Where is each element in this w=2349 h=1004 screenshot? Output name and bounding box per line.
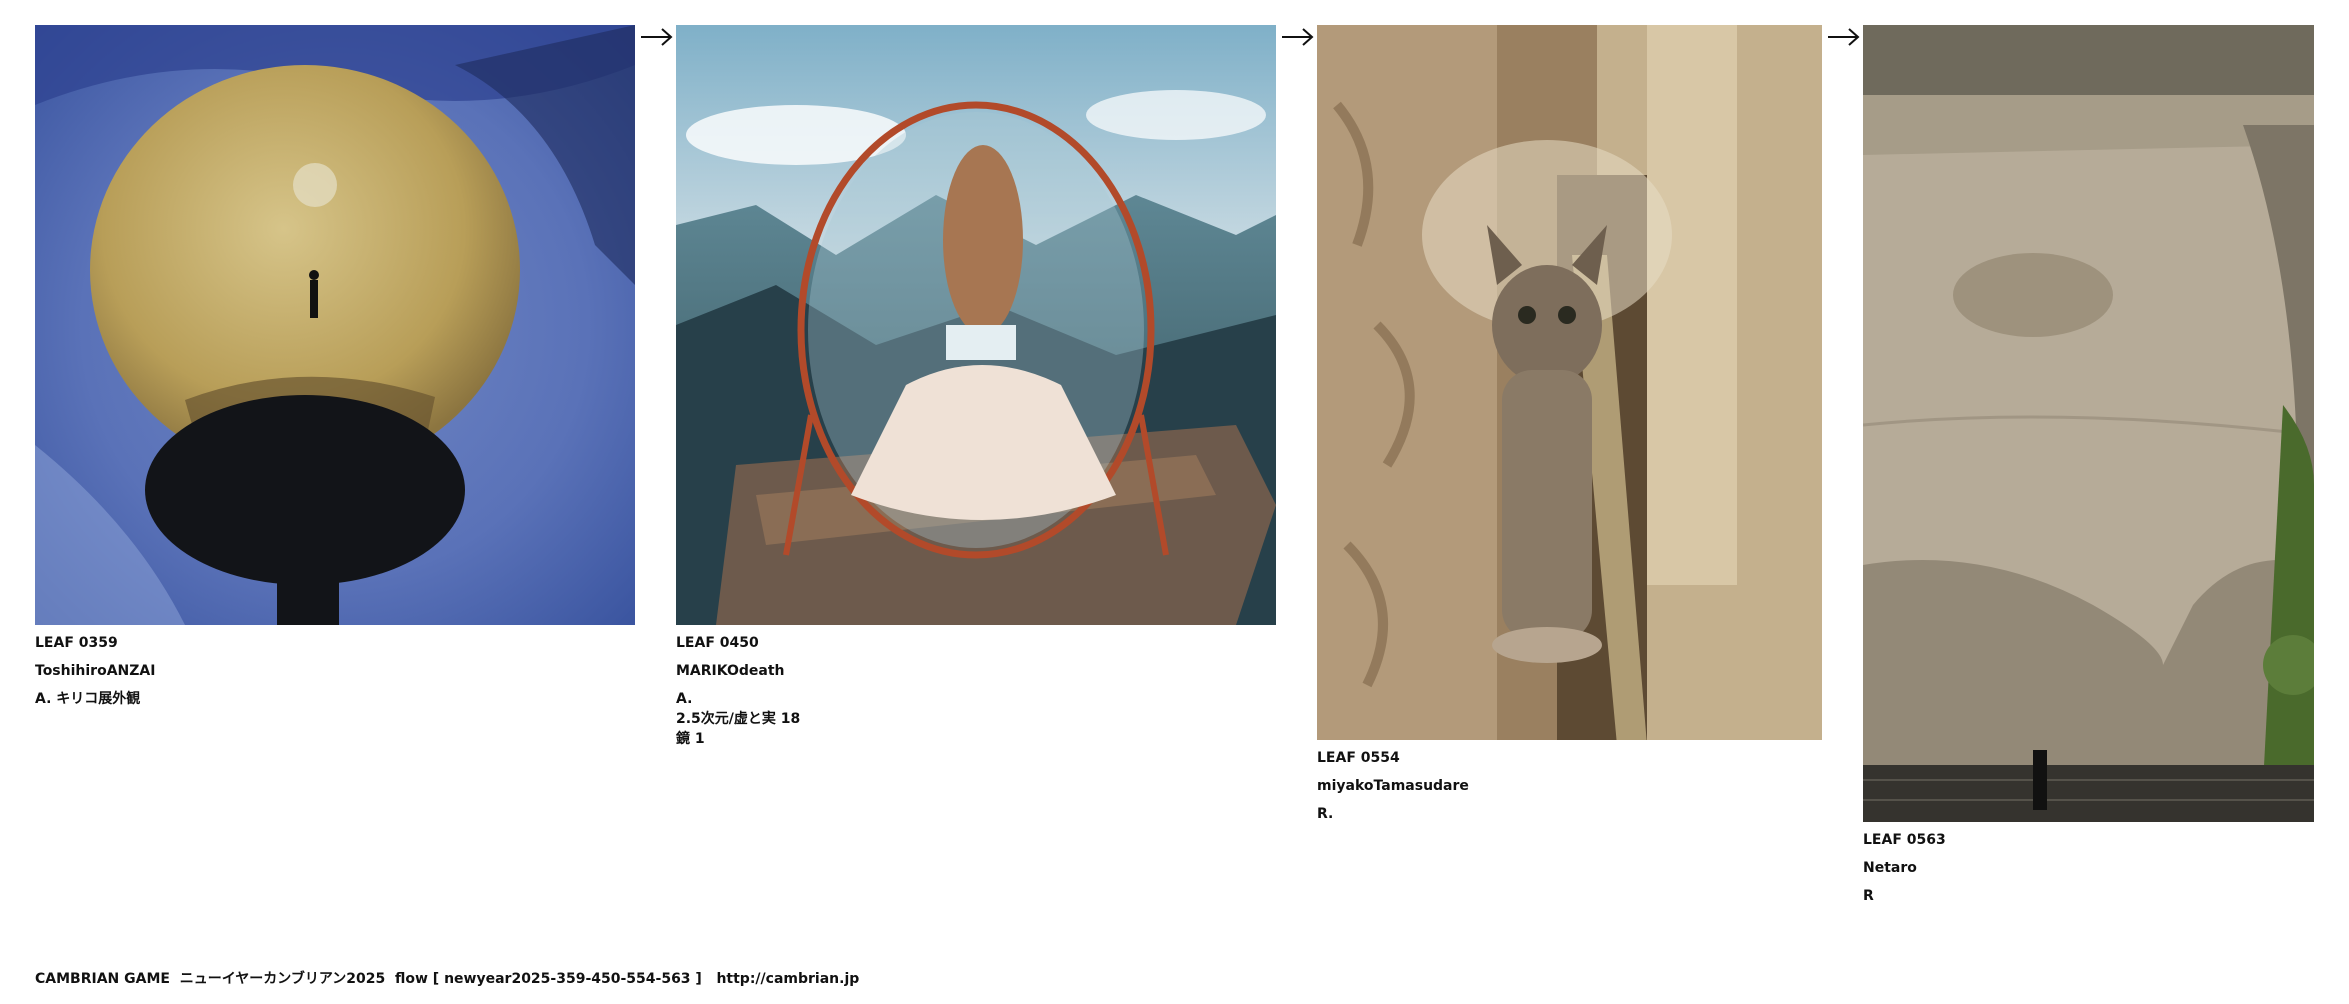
right-arrow-icon [1281,26,1315,48]
footer-text: CAMBRIAN GAME ニューイヤーカンブリアン2025 flow [ ne… [35,971,717,987]
leaf-image-mirror[interactable] [676,25,1276,625]
cat-illustration [1317,25,1822,740]
leaf-id: LEAF 0563 [1863,832,1946,848]
leaf-id: LEAF 0359 [35,635,118,651]
leaf-image-bridge[interactable] [1863,25,2314,822]
leaf-author[interactable]: Netaro [1863,858,2314,878]
leaf-author[interactable]: miyakoTamasudare [1317,776,1822,796]
right-arrow-icon [1827,26,1861,48]
leaf-title: R. [1317,806,1334,822]
leaf-title: R [1863,888,1874,904]
leaf-image-painting[interactable] [35,25,635,625]
leaf-id: LEAF 0450 [676,635,759,651]
leaf-card: LEAF 0359 ToshihiroANZAI A. キリコ展外観 [35,25,635,709]
bridge-illustration [1863,25,2314,822]
leaf-card: LEAF 0554 miyakoTamasudare R. [1317,25,1822,824]
page-footer: CAMBRIAN GAME ニューイヤーカンブリアン2025 flow [ ne… [35,968,859,988]
leaf-title: A. キリコ展外観 [35,691,141,707]
painting-illustration [35,25,635,625]
leaf-title: A. 2.5次元/虚と実 18 鏡 1 [676,691,801,747]
leaf-author[interactable]: ToshihiroANZAI [35,661,635,681]
leaf-card: LEAF 0450 MARIKOdeath A. 2.5次元/虚と実 18 鏡 … [676,25,1276,749]
leaf-author[interactable]: MARIKOdeath [676,661,1276,681]
site-link[interactable]: http://cambrian.jp [716,971,859,987]
leaf-id: LEAF 0554 [1317,750,1400,766]
right-arrow-icon [640,26,674,48]
leaf-image-cat[interactable] [1317,25,1822,740]
leaf-card: LEAF 0563 Netaro R [1863,25,2314,906]
mirror-illustration [676,25,1276,625]
